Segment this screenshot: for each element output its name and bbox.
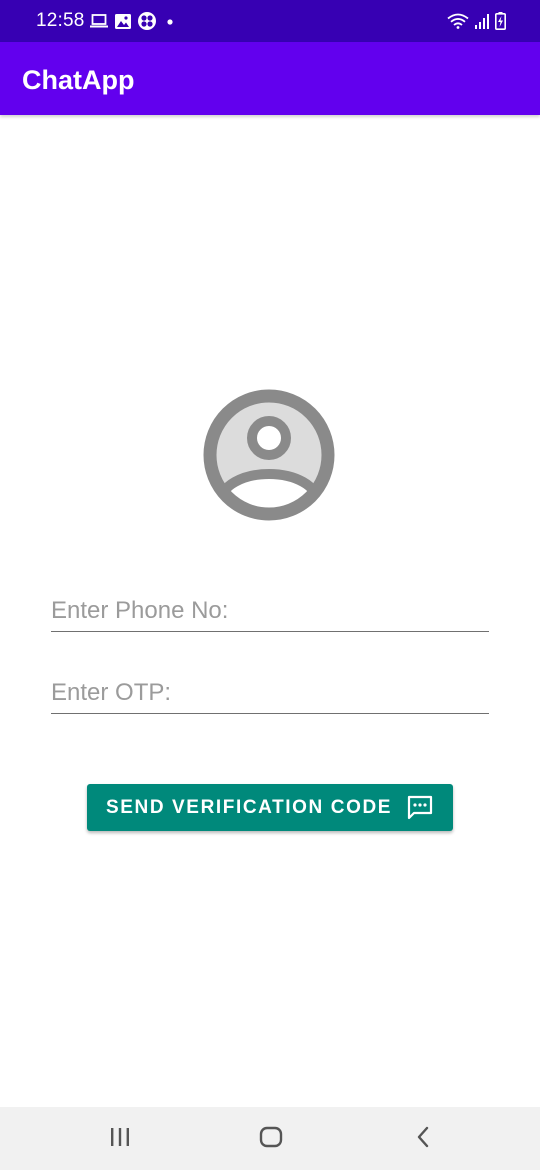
navigation-bar — [0, 1107, 540, 1170]
send-verification-code-button[interactable]: SEND VERIFICATION CODE — [87, 784, 453, 831]
account-circle-icon — [203, 389, 335, 521]
dot-icon — [163, 14, 177, 28]
battery-charging-icon — [495, 12, 506, 30]
back-icon — [415, 1126, 431, 1153]
phone-field[interactable] — [51, 583, 489, 632]
image-icon — [115, 13, 131, 29]
status-notification-icons — [90, 11, 177, 31]
status-time: 12:58 — [36, 10, 85, 31]
wifi-icon — [447, 13, 469, 29]
recents-button[interactable] — [100, 1121, 140, 1157]
back-button[interactable] — [403, 1121, 443, 1157]
status-bar: 12:58 — [0, 0, 540, 42]
otp-input[interactable] — [51, 679, 489, 707]
app-icon — [138, 12, 156, 30]
home-button[interactable] — [251, 1121, 291, 1157]
home-icon — [259, 1126, 283, 1153]
app-title: ChatApp — [22, 65, 135, 95]
app-bar: ChatApp — [0, 42, 540, 115]
send-verification-code-label: SEND VERIFICATION CODE — [105, 796, 393, 818]
recents-icon — [109, 1127, 131, 1152]
signal-icon — [475, 13, 489, 29]
status-system-icons — [447, 11, 506, 31]
sms-icon — [406, 794, 434, 822]
laptop-icon — [90, 14, 108, 28]
otp-field[interactable] — [51, 665, 489, 714]
phone-input[interactable] — [51, 597, 489, 625]
